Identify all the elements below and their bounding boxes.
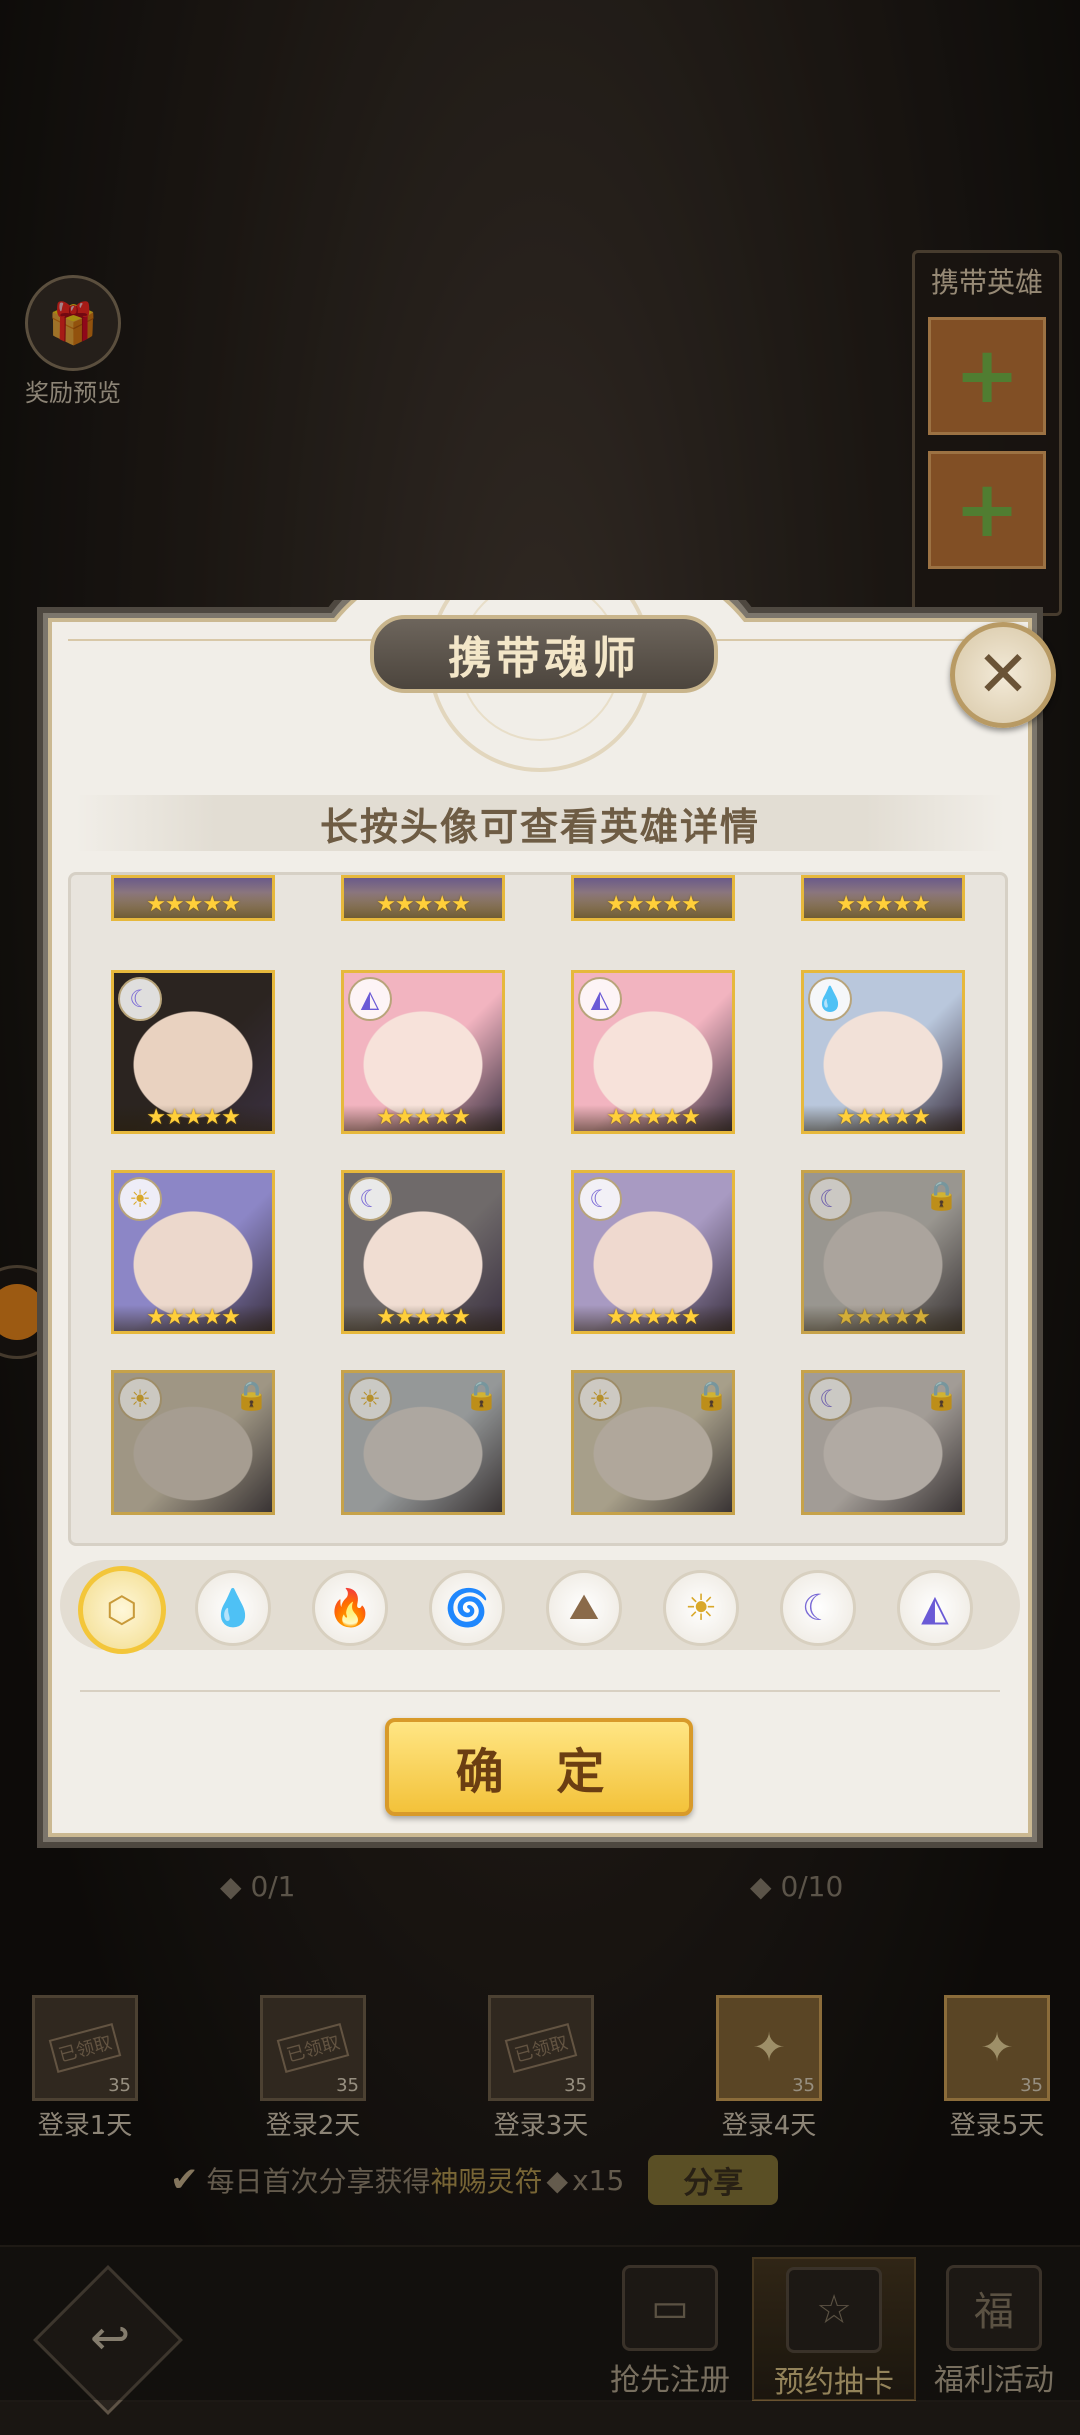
hero-portrait [344, 1373, 502, 1512]
star-rating: ★★★★★ [804, 892, 962, 918]
light-icon: ☀ [348, 1377, 392, 1421]
light-icon[interactable]: ☀ [663, 1570, 739, 1646]
hero-card[interactable]: ◭ ★★★★★ [341, 970, 505, 1134]
star-rating: ★★★★★ [804, 1105, 962, 1131]
hero-card[interactable]: ☾ ★★★★★ [341, 1170, 505, 1334]
light-icon: ☀ [118, 1177, 162, 1221]
wind-icon[interactable]: 🌀 [429, 1570, 505, 1646]
hero-portrait [804, 1373, 962, 1512]
void-icon: ◭ [578, 977, 622, 1021]
dialog-title: 携带魂师 [370, 615, 718, 693]
star-rating: ★★★★★ [344, 892, 502, 918]
close-icon: ✕ [976, 638, 1030, 712]
hero-card[interactable]: ☀ 🔒 [111, 1370, 275, 1515]
hero-portrait [114, 1373, 272, 1512]
water-icon[interactable]: 💧 [195, 1570, 271, 1646]
lock-icon: 🔒 [694, 1379, 729, 1412]
light-icon: ☀ [118, 1377, 162, 1421]
lock-icon: 🔒 [234, 1379, 269, 1412]
hero-card[interactable]: ☾ ★★★★★ [111, 970, 275, 1134]
star-rating: ★★★★★ [804, 1305, 962, 1331]
hero-card[interactable]: ☾ 🔒 ★★★★★ [801, 1170, 965, 1334]
carry-soulmaster-dialog: 携带魂师 ✕ 长按头像可查看英雄详情 ★★★★★ ★★★★★ ★★★★★ ★★★★★ ☾… [30, 600, 1056, 1855]
lock-icon: 🔒 [924, 1179, 959, 1212]
star-rating: ★★★★★ [344, 1105, 502, 1131]
dark-icon: ☾ [808, 1377, 852, 1421]
box-icon[interactable]: ⬡ [78, 1566, 166, 1654]
dark-icon: ☾ [118, 977, 162, 1021]
hero-card[interactable]: ★★★★★ [801, 875, 965, 921]
hero-card[interactable]: ★★★★★ [571, 875, 735, 921]
star-rating: ★★★★★ [344, 1305, 502, 1331]
hero-card[interactable]: ☀ ★★★★★ [111, 1170, 275, 1334]
dark-icon: ☾ [578, 1177, 622, 1221]
hero-card[interactable]: ★★★★★ [111, 875, 275, 921]
hero-card[interactable]: ★★★★★ [341, 875, 505, 921]
star-rating: ★★★★★ [574, 1105, 732, 1131]
confirm-button[interactable]: 确 定 [385, 1718, 693, 1816]
divider [80, 1690, 1000, 1692]
hero-card[interactable]: ☀ 🔒 [341, 1370, 505, 1515]
dark-icon: ☾ [348, 1177, 392, 1221]
fire-icon[interactable]: 🔥 [312, 1570, 388, 1646]
hero-portrait [574, 1373, 732, 1512]
element-filter-bar: ⬡ 💧 🔥 🌀 ⛰ ☀ ☾ ◭ [60, 1560, 1020, 1654]
hero-card[interactable]: ☀ 🔒 [571, 1370, 735, 1515]
star-rating: ★★★★★ [574, 892, 732, 918]
hero-card[interactable]: ◭ ★★★★★ [571, 970, 735, 1134]
water-icon: 💧 [808, 977, 852, 1021]
star-rating: ★★★★★ [114, 892, 272, 918]
lock-icon: 🔒 [924, 1379, 959, 1412]
hero-grid[interactable]: ★★★★★ ★★★★★ ★★★★★ ★★★★★ ☾ ★★★★★ ◭ ★★★★★ ◭ ★★★★★ 💧 ★… [68, 872, 1008, 1546]
dialog-subtitle: 长按头像可查看英雄详情 [75, 795, 1005, 851]
hero-portrait [804, 1173, 962, 1331]
close-button[interactable]: ✕ [950, 622, 1056, 728]
dark-icon[interactable]: ☾ [780, 1570, 856, 1646]
light-icon: ☀ [578, 1377, 622, 1421]
hero-card[interactable]: 💧 ★★★★★ [801, 970, 965, 1134]
star-rating: ★★★★★ [114, 1105, 272, 1131]
hero-card[interactable]: ☾ 🔒 [801, 1370, 965, 1515]
dark-icon: ☾ [808, 1177, 852, 1221]
lock-icon: 🔒 [464, 1379, 499, 1412]
star-rating: ★★★★★ [574, 1305, 732, 1331]
hero-card[interactable]: ☾ ★★★★★ [571, 1170, 735, 1334]
void-icon: ◭ [348, 977, 392, 1021]
void-icon[interactable]: ◭ [897, 1570, 973, 1646]
earth-icon[interactable]: ⛰ [546, 1570, 622, 1646]
star-rating: ★★★★★ [114, 1305, 272, 1331]
